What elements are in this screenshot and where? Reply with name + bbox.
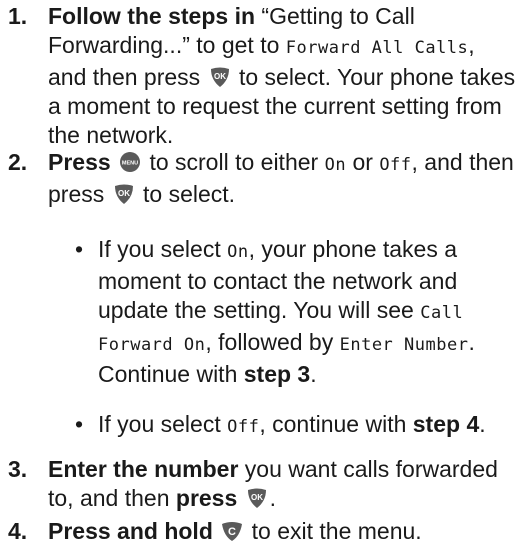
bullet-dot: • — [75, 411, 84, 437]
svg-text:MENU: MENU — [122, 160, 138, 166]
step-number: 3. — [8, 456, 28, 482]
step-text: Press MENU to scroll to either On or Off… — [48, 149, 514, 207]
svg-text:OK: OK — [118, 189, 130, 198]
ok-key-icon: OK — [246, 487, 268, 509]
display-text: On — [227, 242, 249, 262]
step-lead: Press and hold — [48, 518, 213, 544]
display-text: On — [324, 155, 347, 175]
step-reference: step 4 — [412, 411, 480, 437]
ok-key-icon: OK — [209, 66, 231, 88]
svg-text:OK: OK — [214, 72, 226, 81]
svg-text:C: C — [228, 526, 236, 538]
step-number: 1. — [8, 3, 28, 29]
display-text: Forward All Calls — [285, 38, 469, 58]
step-number: 4. — [8, 518, 28, 544]
step-text: Enter the number you want calls forwarde… — [48, 456, 498, 511]
step-lead: Press — [48, 149, 111, 175]
menu-key-icon: MENU — [119, 151, 141, 173]
step-reference: step 3 — [243, 361, 311, 387]
step-number: 2. — [8, 149, 28, 175]
bullet-text: If you select Off, continue with step 4. — [98, 411, 486, 437]
display-text: Off — [379, 155, 412, 175]
bullet-text: If you select On, your phone takes a mom… — [98, 236, 475, 387]
display-text: Off — [227, 417, 260, 437]
step-lead: Enter the number — [48, 456, 239, 482]
ok-key-icon: OK — [113, 183, 135, 205]
bullet-dot: • — [75, 236, 84, 262]
step-text: Press and hold C to exit the menu. — [48, 518, 422, 544]
step-text: Follow the steps in “Getting to Call For… — [48, 3, 516, 148]
step-lead: Follow the steps in — [48, 3, 256, 29]
display-text: Enter Number — [339, 335, 469, 355]
svg-text:OK: OK — [251, 493, 263, 502]
manual-page: 1. Follow the steps in “Getting to Call … — [0, 0, 527, 552]
clear-key-icon: C — [221, 520, 243, 542]
